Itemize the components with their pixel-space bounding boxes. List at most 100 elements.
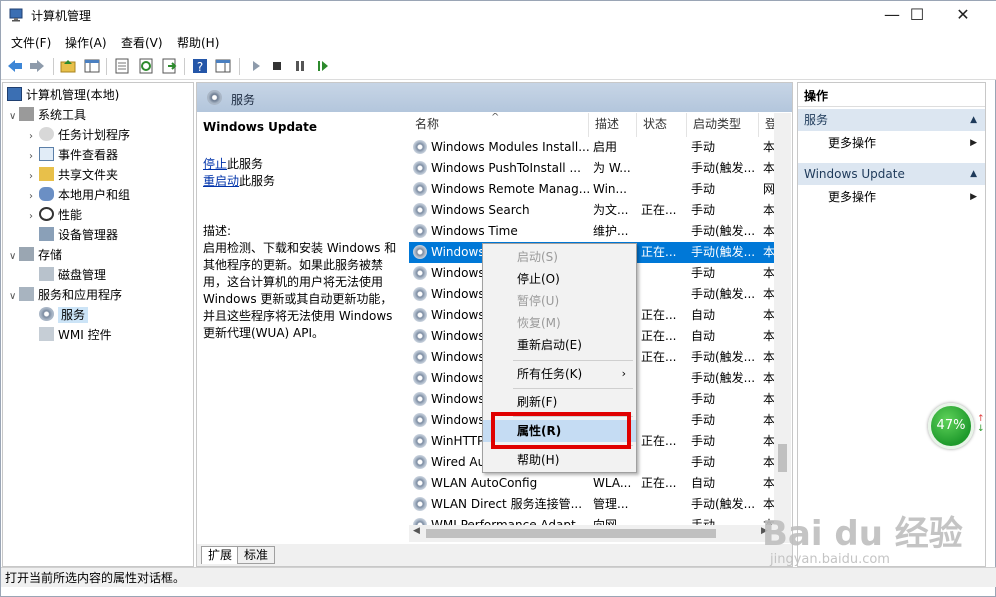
table-cell: 正在... <box>641 242 687 263</box>
table-cell: 正在... <box>641 305 687 326</box>
chevron-down-icon[interactable]: ∨ <box>9 287 19 307</box>
actions-section-windows-update[interactable]: Windows Update <box>798 163 985 185</box>
table-row[interactable]: Windows Remote Manag... Win... 手动网 <box>409 179 779 200</box>
tree-item-local-users[interactable]: › 本地用户和组 <box>29 185 130 205</box>
forward-arrow-icon[interactable] <box>28 57 46 75</box>
tree-label: 性能 <box>58 208 83 222</box>
tree-item-shared-folders[interactable]: › 共享文件夹 <box>29 165 118 185</box>
menu-help[interactable]: 帮助(H) <box>177 34 219 51</box>
help-icon[interactable]: ? <box>191 57 209 75</box>
tree-item-performance[interactable]: › 性能 <box>29 205 82 225</box>
baidu-watermark-url: jingyan.baidu.com <box>770 552 890 567</box>
close-button[interactable]: ✕ <box>940 1 986 31</box>
menu-item-restart[interactable]: 重新启动(E) <box>483 334 636 356</box>
column-header-name[interactable]: 名称 ^ <box>409 113 589 137</box>
table-row[interactable]: Windows Time 维护... 手动(触发... 本 <box>409 221 779 242</box>
start-service-icon[interactable] <box>247 57 265 75</box>
tree-item-system-tools[interactable]: ∨ 系统工具 <box>9 105 86 125</box>
cell-text: 手动(触发... <box>691 245 756 259</box>
tree-label: 存储 <box>38 248 63 262</box>
restart-service-link[interactable]: 重启动 <box>203 174 239 188</box>
table-row[interactable]: WLAN AutoConfig WLA... 正在... 自动本 <box>409 473 779 494</box>
table-row[interactable]: Windows Search 为文... 正在... 手动本 <box>409 200 779 221</box>
chevron-right-icon[interactable]: › <box>29 127 39 147</box>
cell-text: 管理... <box>593 497 629 511</box>
tree-item-event-viewer[interactable]: › 事件查看器 <box>29 145 118 165</box>
column-header-description[interactable]: 描述 <box>589 113 637 137</box>
chevron-right-icon[interactable]: › <box>29 147 39 167</box>
tree-item-root[interactable]: 计算机管理(本地) <box>7 85 119 105</box>
show-action-pane-icon[interactable] <box>214 57 232 75</box>
up-folder-icon[interactable] <box>59 57 77 75</box>
column-header-status[interactable]: 状态 <box>637 113 687 137</box>
cell-text: 为文... <box>593 203 629 217</box>
tab-standard[interactable]: 标准 <box>237 546 276 564</box>
properties-icon[interactable] <box>113 57 131 75</box>
table-cell: 手动 <box>691 431 759 452</box>
maximize-button[interactable]: ☐ <box>894 1 940 31</box>
gear-icon <box>413 266 427 280</box>
menu-item-resume[interactable]: 恢复(M) <box>483 312 636 334</box>
menu-item-refresh[interactable]: 刷新(F) <box>483 391 636 413</box>
scroll-left-icon[interactable]: ◀ <box>413 526 420 536</box>
table-row[interactable]: Windows PushToInstall ... 为 W... 手动(触发... 本 <box>409 158 779 179</box>
tree-item-storage[interactable]: ∨ 存储 <box>9 245 62 265</box>
chevron-right-icon[interactable]: › <box>29 167 39 187</box>
horizontal-scrollbar[interactable]: ◀ ▶ <box>409 525 774 542</box>
back-arrow-icon[interactable] <box>6 57 24 75</box>
event-log-icon <box>39 147 54 161</box>
gear-icon <box>413 182 427 196</box>
tree-item-wmi[interactable]: WMI 控件 <box>39 325 112 345</box>
vertical-scrollbar[interactable] <box>774 113 791 543</box>
speed-widget[interactable]: 47% <box>928 403 974 449</box>
tree-label: 服务 <box>58 307 89 323</box>
restart-service-icon[interactable] <box>314 57 332 75</box>
tab-extended[interactable]: 扩展 <box>201 546 240 564</box>
table-row[interactable]: Windows Modules Install... 启用 手动本 <box>409 137 779 158</box>
menu-item-start[interactable]: 启动(S) <box>483 246 636 268</box>
more-actions-item[interactable]: 更多操作 <box>798 132 985 154</box>
chevron-right-icon[interactable]: › <box>29 207 39 227</box>
tree-item-disk-management[interactable]: 磁盘管理 <box>39 265 106 285</box>
scrollbar-thumb[interactable] <box>426 529 716 538</box>
cell-text: 手动(触发... <box>691 497 756 511</box>
menu-item-help[interactable]: 帮助(H) <box>483 449 636 471</box>
table-cell: 手动(触发... <box>691 347 759 368</box>
export-list-icon[interactable] <box>160 57 178 75</box>
gear-icon <box>413 497 427 511</box>
refresh-icon[interactable] <box>137 57 155 75</box>
tree-item-services-apps[interactable]: ∨ 服务和应用程序 <box>9 285 122 305</box>
menu-item-pause[interactable]: 暂停(U) <box>483 290 636 312</box>
menu-file[interactable]: 文件(F) <box>11 34 51 51</box>
pause-service-icon[interactable] <box>291 57 309 75</box>
cell-text: 启用 <box>593 140 618 154</box>
menu-action[interactable]: 操作(A) <box>65 34 107 51</box>
cell-text: 手动(触发... <box>691 371 756 385</box>
tree-item-task-scheduler[interactable]: › 任务计划程序 <box>29 125 130 145</box>
menu-item-stop[interactable]: 停止(O) <box>483 268 636 290</box>
chevron-down-icon[interactable]: ∨ <box>9 247 19 267</box>
cell-text: 自动 <box>691 476 716 490</box>
tree-item-device-manager[interactable]: 设备管理器 <box>39 225 118 245</box>
column-header-startup-type[interactable]: 启动类型 <box>687 113 759 137</box>
menu-item-all-tasks[interactable]: 所有任务(K) › <box>483 363 636 385</box>
table-cell: 自动 <box>691 473 759 494</box>
scrollbar-thumb[interactable] <box>778 444 787 472</box>
stop-service-icon[interactable] <box>268 57 286 75</box>
gear-icon <box>413 308 427 322</box>
cell-text: Win... <box>593 182 627 196</box>
menu-view[interactable]: 查看(V) <box>121 34 163 51</box>
tree-item-services[interactable]: 服务 <box>39 305 89 325</box>
more-actions-item[interactable]: 更多操作 <box>798 186 985 208</box>
tree-label: 计算机管理(本地) <box>26 88 120 102</box>
stop-service-link[interactable]: 停止 <box>203 157 227 171</box>
chevron-right-icon[interactable]: › <box>29 187 39 207</box>
chevron-down-icon[interactable]: ∨ <box>9 107 19 127</box>
show-hide-tree-icon[interactable] <box>83 57 101 75</box>
actions-section-services[interactable]: 服务 <box>798 109 985 131</box>
table-cell: 维护... <box>593 221 637 242</box>
cell-text: Windows <box>431 287 485 301</box>
tree-label: 服务和应用程序 <box>38 288 123 302</box>
table-row[interactable]: WLAN Direct 服务连接管... 管理... 手动(触发... 本 <box>409 494 779 515</box>
toolbar-separator <box>106 58 107 75</box>
